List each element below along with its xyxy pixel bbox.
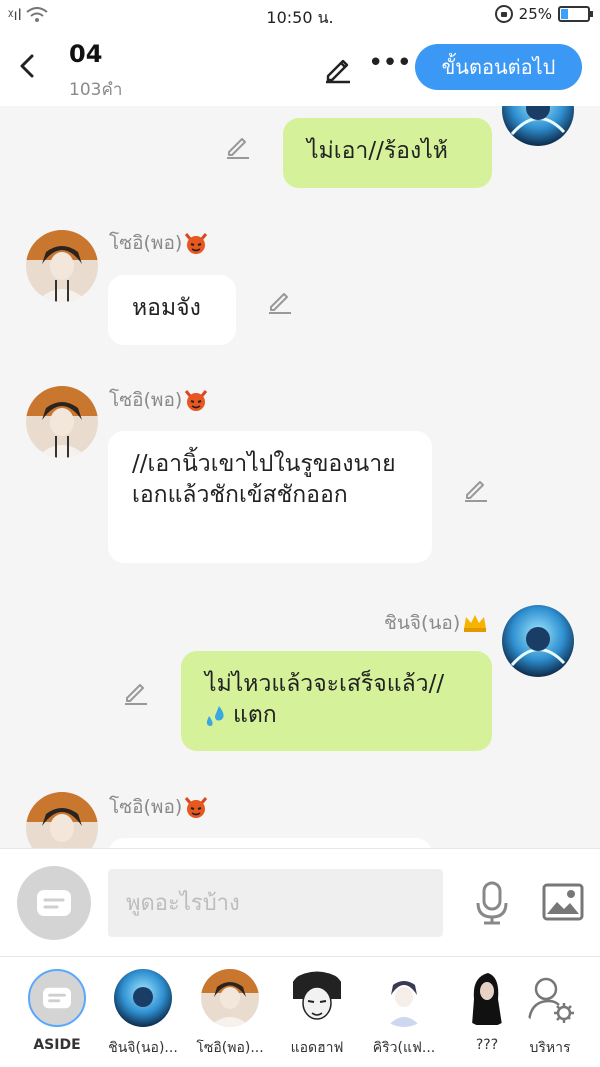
- message-text: ไม่ไหวแล้วจะเสร็จแล้ว//: [205, 671, 445, 697]
- chat-bubble-icon: [43, 987, 71, 1009]
- message-input-bar: [0, 848, 600, 956]
- devil-emoji-icon: [185, 797, 208, 818]
- message-bubble[interactable]: ไม่เอา//ร้องไห้: [283, 118, 492, 188]
- battery-fill: [561, 9, 568, 19]
- message-text: แตก: [205, 700, 468, 731]
- character-avatar: [288, 969, 346, 1027]
- manage-characters-button[interactable]: บริหาร: [505, 969, 595, 1059]
- manage-icon-wrap: [521, 969, 579, 1027]
- microphone-icon[interactable]: [474, 881, 510, 925]
- chat-bubble-icon: [37, 890, 71, 916]
- aside-button[interactable]: [17, 866, 91, 940]
- edit-message-icon[interactable]: [122, 678, 150, 706]
- character-label: ASIDE: [33, 1037, 81, 1053]
- battery-icon: [558, 6, 593, 22]
- character-label: บริหาร: [529, 1040, 571, 1056]
- character-label: แอดฮาฟ: [290, 1040, 344, 1056]
- edit-message-icon[interactable]: [224, 132, 252, 160]
- image-icon[interactable]: [542, 883, 584, 921]
- character-avatar: [375, 969, 433, 1027]
- character-aside[interactable]: ASIDE: [12, 969, 102, 1053]
- edit-message-icon[interactable]: [266, 287, 294, 315]
- edit-message-icon[interactable]: [462, 475, 490, 503]
- devil-emoji-icon: [185, 233, 208, 254]
- battery-percent: 25%: [518, 5, 552, 23]
- next-step-button[interactable]: ขั้นตอนต่อไป: [415, 44, 582, 90]
- manage-user-gear-icon: [527, 977, 574, 1023]
- back-arrow-icon[interactable]: [14, 52, 42, 80]
- chat-area[interactable]: ไม่เอา//ร้องไห้ โซอิ(พอ) หอมจัง โซอิ(พอ)…: [0, 106, 600, 848]
- word-count: 103คำ: [69, 80, 123, 100]
- avatar-shinji[interactable]: [502, 106, 574, 146]
- character-selector: ASIDE ชินจิ(นอ)... โซอิ(พอ)... แอดฮาฟ คิ…: [0, 956, 600, 1067]
- character-label: คิริว(แฟ...: [372, 1040, 436, 1056]
- character-avatar: [201, 969, 259, 1027]
- character-shinji[interactable]: ชินจิ(นอ)...: [98, 969, 188, 1059]
- more-options-icon[interactable]: •••: [368, 48, 412, 78]
- message-bubble[interactable]: หอมจัง: [108, 275, 236, 345]
- crown-emoji-icon: [464, 615, 487, 632]
- message-bubble[interactable]: [108, 838, 432, 848]
- rotation-lock-icon: [494, 5, 513, 23]
- message-bubble[interactable]: ไม่ไหวแล้วจะเสร็จแล้ว// แตก: [181, 651, 492, 751]
- chapter-header: 04 103คำ ••• ขั้นตอนต่อไป: [0, 32, 600, 106]
- character-label: โซอิ(พอ)...: [196, 1040, 264, 1056]
- sweat-droplets-icon: [206, 705, 224, 726]
- avatar-soi[interactable]: [26, 386, 98, 458]
- avatar-soi[interactable]: [26, 792, 98, 848]
- message-bubble[interactable]: //เอานิ้วเขาไปในรูของนายเอกแล้วชักเข้สชั…: [108, 431, 432, 563]
- sender-name: โซอิ(พอ): [109, 385, 208, 415]
- sender-name: ชินจิ(นอ): [384, 608, 488, 638]
- avatar-soi[interactable]: [26, 230, 98, 302]
- edit-pencil-icon[interactable]: [322, 52, 354, 84]
- character-adhalf[interactable]: แอดฮาฟ: [272, 969, 362, 1059]
- status-bar: ᵡıl 10:50 น. 25%: [0, 0, 600, 32]
- character-avatar: [114, 969, 172, 1027]
- message-input[interactable]: [108, 869, 443, 937]
- aside-avatar: [28, 969, 86, 1027]
- chapter-title: 04: [69, 40, 103, 68]
- devil-emoji-icon: [185, 390, 208, 411]
- character-kiriw[interactable]: คิริว(แฟ...: [359, 969, 449, 1059]
- sender-name: โซอิ(พอ): [109, 792, 208, 822]
- character-soi[interactable]: โซอิ(พอ)...: [185, 969, 275, 1059]
- avatar-shinji[interactable]: [502, 605, 574, 677]
- character-label: ชินจิ(นอ)...: [108, 1040, 178, 1056]
- sender-name: โซอิ(พอ): [109, 228, 208, 258]
